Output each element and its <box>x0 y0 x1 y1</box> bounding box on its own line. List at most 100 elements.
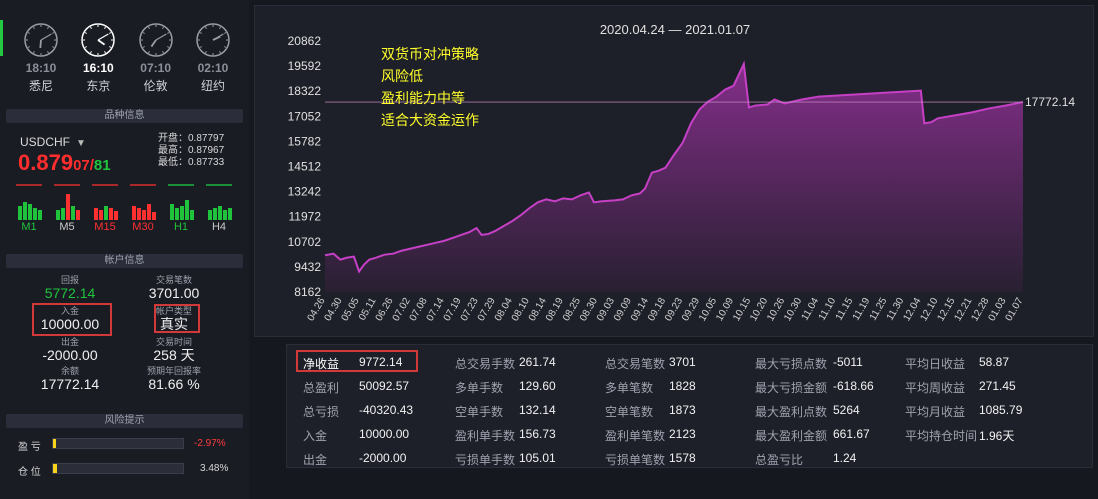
signal-bar-group <box>16 184 42 220</box>
timeframe-label[interactable]: H4 <box>206 221 232 233</box>
clock-city: 伦敦 <box>143 79 168 93</box>
highlight-box-account-type <box>154 304 200 333</box>
stat-value: 1.24 <box>833 451 857 465</box>
stat-row: 多单手数 129.60 <box>455 379 556 399</box>
stat-value: 58.87 <box>979 355 1010 369</box>
y-tick-label: 18322 <box>288 84 322 98</box>
stat-label: 亏损单笔数 <box>605 453 666 467</box>
signal-bar <box>99 210 103 220</box>
balance-label: 余额 <box>60 366 79 376</box>
stat-value: 1085.79 <box>979 403 1023 417</box>
trade-time-cell: 交易时间 258 天 <box>124 337 224 364</box>
risk-pos-label: 仓 位 <box>18 467 41 478</box>
signal-bar <box>208 210 212 220</box>
clock-city: 东京 <box>86 79 111 93</box>
stat-value: 9772.14 <box>359 355 403 369</box>
signal-bar-group <box>92 184 118 220</box>
stat-row: 总交易手数 261.74 <box>455 355 556 375</box>
price-bid: 07 <box>73 157 90 174</box>
clock-time: 07:10 <box>140 61 171 75</box>
stat-value: 1578 <box>669 451 696 465</box>
timeframe-label[interactable]: M30 <box>130 221 156 233</box>
y-tick-label: 19592 <box>288 59 322 73</box>
signal-bar <box>147 204 151 220</box>
clock-2: 07:10 伦敦 <box>137 22 175 102</box>
stat-value: 10000.00 <box>359 427 410 441</box>
trades-value: 3701.00 <box>148 285 200 301</box>
stat-value: 132.14 <box>519 403 556 417</box>
signal-bar <box>190 210 194 220</box>
stat-label: 多单手数 <box>455 381 504 395</box>
signal-bar-group <box>130 184 156 220</box>
stat-label: 总亏损 <box>303 405 340 419</box>
signal-bar <box>170 204 174 220</box>
timeframe-label[interactable]: M15 <box>92 221 118 233</box>
stat-value: -40320.43 <box>359 403 414 417</box>
signal-bar <box>180 206 184 220</box>
stat-row: 多单笔数 1828 <box>605 379 696 399</box>
stat-row: 盈利单笔数 2123 <box>605 427 696 447</box>
clock-icon <box>196 23 230 57</box>
stat-row: 最大亏损点数 -5011 <box>755 355 863 375</box>
clock-city: 纽约 <box>200 79 225 93</box>
chevron-down-icon: ▼ <box>76 138 86 149</box>
stat-label: 最大盈利点数 <box>755 405 828 419</box>
signal-bar <box>66 194 70 220</box>
stat-value: 105.01 <box>519 451 556 465</box>
signal-bar-group <box>54 184 80 220</box>
stat-label: 平均持仓时间 <box>905 429 978 443</box>
stat-row: 平均周收益 271.45 <box>905 379 1016 399</box>
stat-label: 出金 <box>303 453 328 467</box>
timeframe-label[interactable]: M5 <box>54 221 80 233</box>
timeframe-label[interactable]: H1 <box>168 221 194 233</box>
risk-pos-value: 3.48% <box>200 463 229 474</box>
stat-row: 净收益 9772.14 <box>303 355 402 375</box>
signal-bar <box>76 210 80 220</box>
stat-label: 总盈利 <box>303 381 340 395</box>
signal-bar <box>218 206 222 220</box>
risk-pl-label: 盈 亏 <box>18 442 41 453</box>
stat-value: -618.66 <box>833 379 874 393</box>
stat-row: 空单手数 132.14 <box>455 403 556 423</box>
trade-time-value: 258 天 <box>153 347 195 363</box>
signal-bar <box>56 210 60 220</box>
stat-label: 盈利单笔数 <box>605 429 666 443</box>
y-tick-label: 13242 <box>288 185 322 199</box>
account-section-title: 帐户信息 <box>6 254 243 268</box>
stat-value: 2123 <box>669 427 696 441</box>
signal-bar <box>142 210 146 220</box>
return-label: 回报 <box>60 275 79 285</box>
chart-annotation: 适合大资金运作 <box>381 112 479 128</box>
statistics-panel: 净收益 9772.14 总盈利 50092.57 总亏损 -40320.43 入金 10000… <box>286 344 1093 468</box>
clock-0: 18:10 悉尼 <box>22 22 60 102</box>
signal-bar <box>71 206 75 220</box>
risk-pl-fill <box>53 439 56 448</box>
ohl-info: 开盘：0.87797 最高：0.87967 最低：0.87733 <box>158 133 224 169</box>
symbol-selector[interactable]: USDCHF ▼ <box>20 135 86 149</box>
balance-cell: 余额 17772.14 <box>20 366 120 393</box>
stat-row: 盈利单手数 156.73 <box>455 427 556 447</box>
clock-icon <box>24 23 58 57</box>
stat-label: 总盈亏比 <box>755 453 804 467</box>
risk-pos-bar <box>52 463 184 474</box>
stat-label: 净收益 <box>303 357 340 371</box>
stat-value: -5011 <box>833 355 863 369</box>
stat-value: 129.60 <box>519 379 556 393</box>
timeframe-labels: M1 M5 M15 M30 H1 H4 <box>16 221 232 233</box>
signal-bar <box>94 208 98 220</box>
stat-row: 平均日收益 58.87 <box>905 355 1009 375</box>
signal-bar <box>104 206 108 220</box>
high-price: 最高：0.87967 <box>158 145 225 156</box>
stat-label: 平均周收益 <box>905 381 966 395</box>
highlight-box-deposit <box>32 303 112 336</box>
low-price: 最低：0.87733 <box>158 157 225 168</box>
stat-label: 平均日收益 <box>905 357 966 371</box>
signal-bar <box>28 204 32 220</box>
stat-label: 亏损单手数 <box>455 453 516 467</box>
timeframe-label[interactable]: M1 <box>16 221 42 233</box>
clock-icon <box>81 23 116 57</box>
stat-row: 最大亏损金额 -618.66 <box>755 379 874 399</box>
stat-row: 总盈利 50092.57 <box>303 379 409 399</box>
stat-value: 1.96天 <box>979 429 1015 443</box>
stat-row: 最大盈利点数 5264 <box>755 403 860 423</box>
